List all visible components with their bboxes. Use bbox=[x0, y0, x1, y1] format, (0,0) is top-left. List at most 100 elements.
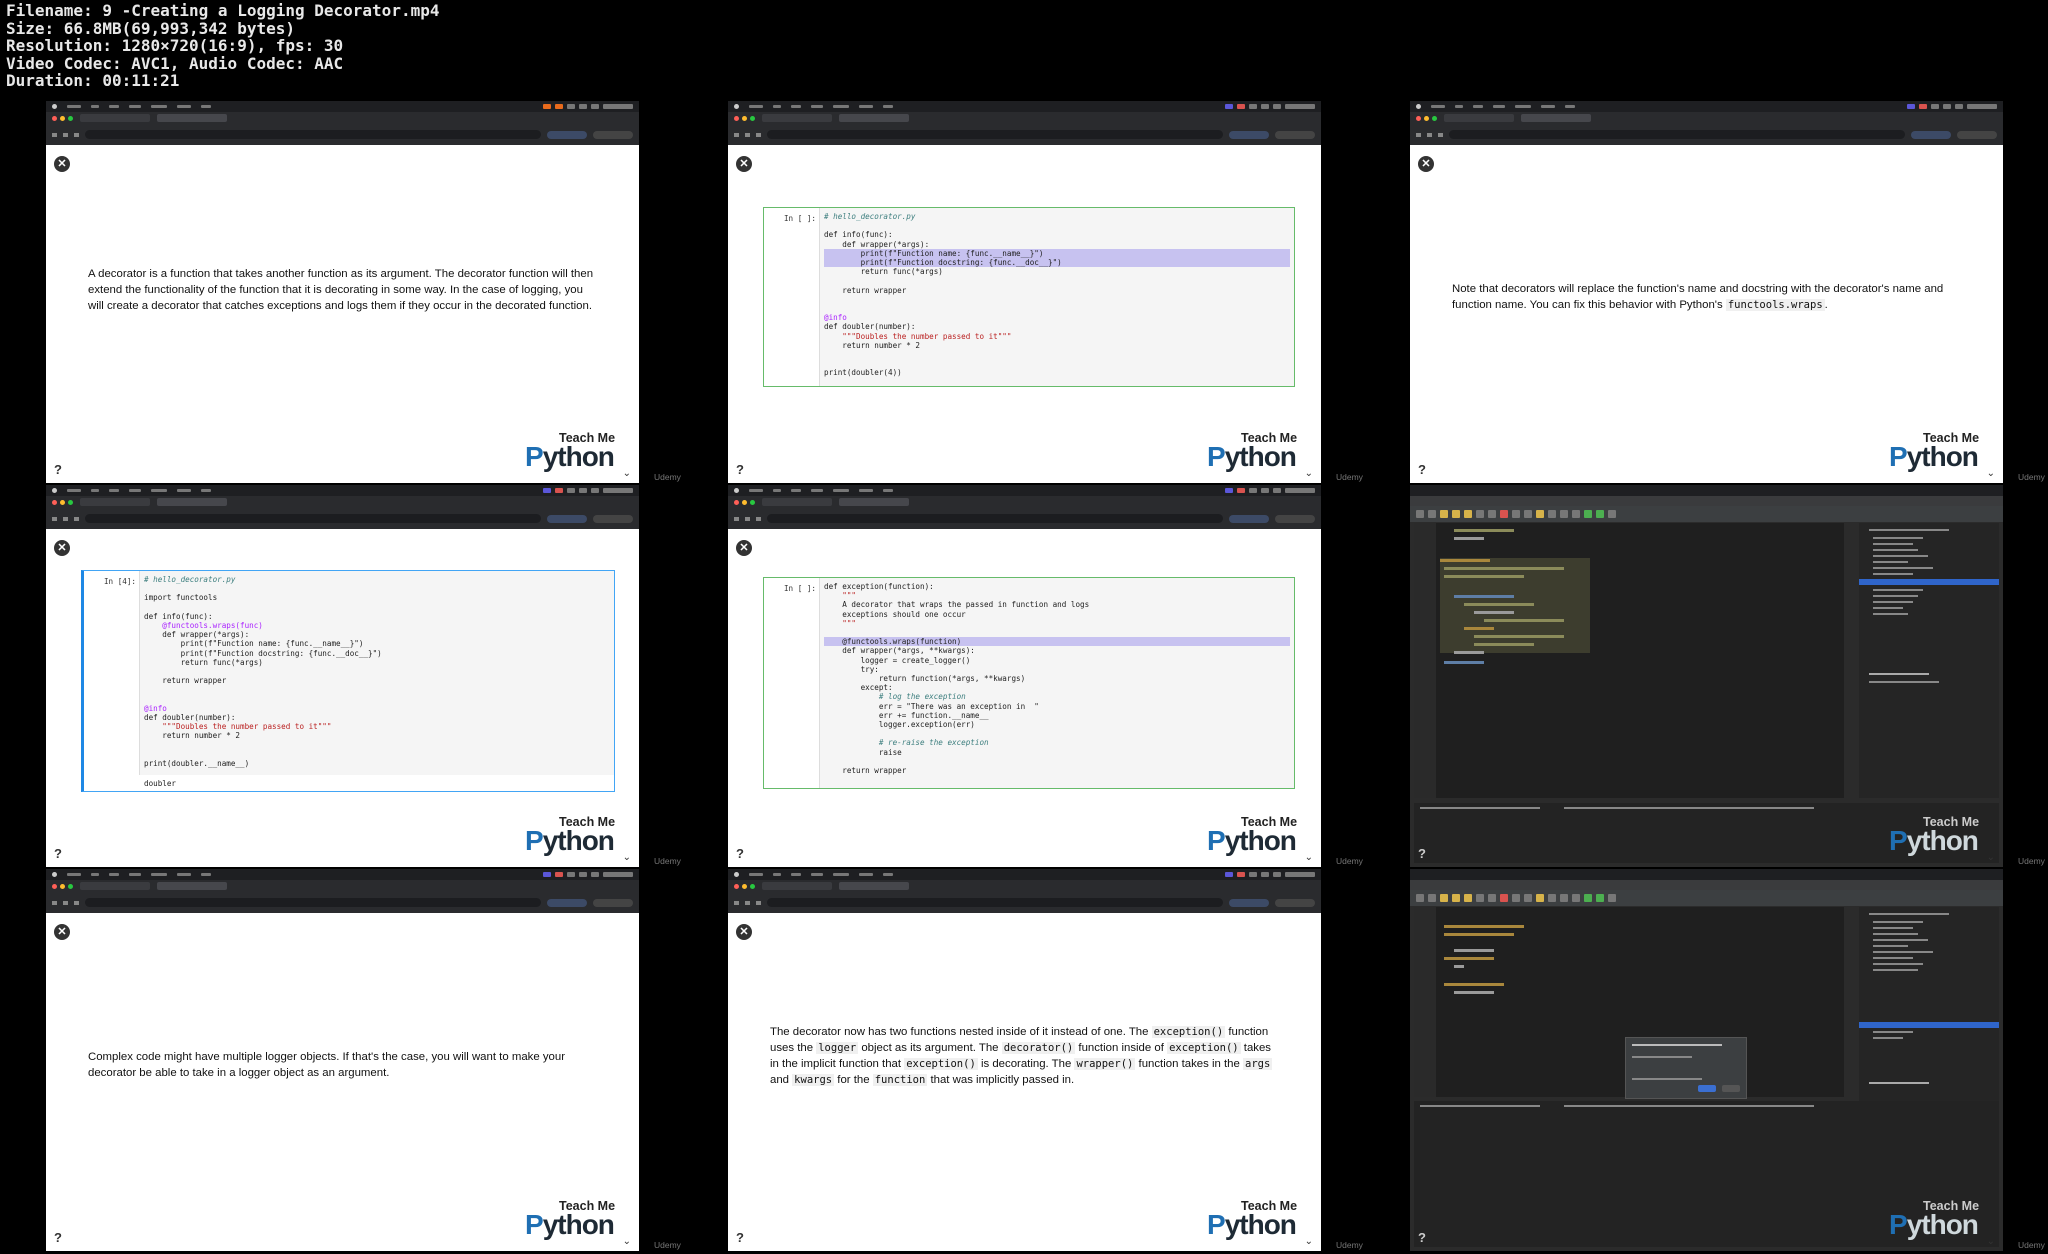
code-line: raise bbox=[824, 747, 902, 757]
code-line: except: bbox=[824, 683, 893, 693]
browser-chrome bbox=[728, 101, 1321, 145]
code-line: def wrapper(*args): bbox=[144, 630, 250, 640]
teach-me-python-logo: Teach Me Python ⌄ bbox=[525, 1199, 631, 1247]
teach-me-python-logo: Teach Me Python ⌄ bbox=[1207, 815, 1313, 863]
udemy-watermark: Udemy bbox=[1336, 1240, 1363, 1250]
duration-text: Duration: 00:11:21 bbox=[6, 71, 180, 91]
cell-prompt: In [ ]: bbox=[783, 584, 816, 593]
close-icon[interactable]: ✕ bbox=[1418, 156, 1434, 172]
code-line: """ bbox=[824, 618, 857, 628]
udemy-watermark: Udemy bbox=[2018, 1240, 2045, 1250]
help-icon[interactable]: ? bbox=[1418, 1230, 1426, 1245]
code-line: def doubler(number): bbox=[144, 713, 236, 723]
code-line: print(f"Function docstring: {func.__doc_… bbox=[824, 258, 1290, 268]
teach-me-python-logo: Teach Me Python ⌄ bbox=[525, 815, 631, 863]
browser-chrome bbox=[728, 485, 1321, 529]
code-line: # hello_decorator.py bbox=[824, 212, 916, 221]
close-icon[interactable]: ✕ bbox=[736, 156, 752, 172]
help-icon[interactable]: ? bbox=[54, 846, 62, 861]
code-line: @info bbox=[144, 703, 167, 713]
code-line: logger.exception(err) bbox=[824, 720, 975, 730]
code-line: @functools.wraps(function) bbox=[824, 637, 1290, 647]
help-icon[interactable]: ? bbox=[54, 462, 62, 477]
code-line: err += function.__name__ bbox=[824, 710, 989, 720]
browser-chrome bbox=[46, 869, 639, 913]
code-line: return func(*args) bbox=[144, 657, 263, 667]
code-area[interactable]: # hello_decorator.py import functools de… bbox=[139, 571, 614, 775]
frame-9-ide: Teach Me Python ⌄ ? bbox=[1410, 869, 2003, 1251]
code-line: def wrapper(*args, **kwargs): bbox=[824, 646, 975, 656]
frame-2: ✕ In [ ]: # hello_decorator.py def info(… bbox=[728, 101, 1321, 483]
help-icon[interactable]: ? bbox=[736, 1230, 744, 1245]
close-icon[interactable]: ✕ bbox=[54, 924, 70, 940]
teach-me-python-logo: Teach Me Python ⌄ bbox=[1207, 431, 1313, 479]
help-icon[interactable]: ? bbox=[736, 462, 744, 477]
udemy-watermark: Udemy bbox=[2018, 472, 2045, 482]
ide-toolbar bbox=[1410, 506, 2003, 522]
udemy-watermark: Udemy bbox=[2018, 856, 2045, 866]
codec-text: Video Codec: AVC1, Audio Codec: AAC bbox=[6, 53, 344, 73]
ide-window bbox=[1410, 485, 2003, 867]
notebook-cell[interactable]: In [ ]: # hello_decorator.py def info(fu… bbox=[763, 207, 1295, 387]
help-icon[interactable]: ? bbox=[1418, 462, 1426, 477]
close-icon[interactable]: ✕ bbox=[54, 540, 70, 556]
help-icon[interactable]: ? bbox=[1418, 846, 1426, 861]
ide-toolbar bbox=[1410, 890, 2003, 906]
code-line: def info(func): bbox=[824, 230, 893, 240]
code-line: return wrapper bbox=[144, 676, 227, 686]
slide-text: Note that decorators will replace the fu… bbox=[1452, 283, 1944, 311]
close-icon[interactable]: ✕ bbox=[736, 540, 752, 556]
cancel-button[interactable] bbox=[1722, 1085, 1740, 1092]
code-line: @info bbox=[824, 313, 847, 323]
code-line: err = "There was an exception in " bbox=[824, 701, 1039, 711]
code-line: # re-raise the exception bbox=[824, 738, 989, 748]
teach-me-python-logo: Teach Me Python ⌄ bbox=[1889, 431, 1995, 479]
code-line: A decorator that wraps the passed in fun… bbox=[824, 600, 1090, 610]
code-line: return wrapper bbox=[824, 766, 907, 776]
code-line: """Doubles the number passed to it""" bbox=[144, 722, 332, 732]
code-editor[interactable] bbox=[1414, 523, 1844, 798]
browser-chrome bbox=[1410, 101, 2003, 145]
ide-window bbox=[1410, 869, 2003, 1251]
frame-7: ✕ Complex code might have multiple logge… bbox=[46, 869, 639, 1251]
ok-button[interactable] bbox=[1698, 1085, 1716, 1092]
code-line: # hello_decorator.py bbox=[144, 575, 236, 584]
code-line: return func(*args) bbox=[824, 267, 943, 277]
code-area[interactable]: # hello_decorator.py def info(func): def… bbox=[819, 208, 1294, 386]
frame-8: ✕ The decorator now has two functions ne… bbox=[728, 869, 1321, 1251]
teach-me-python-logo: Teach Me Python ⌄ bbox=[1207, 1199, 1313, 1247]
slide-text: A decorator is a function that takes ano… bbox=[88, 268, 594, 312]
notebook-cell[interactable]: In [4]: # hello_decorator.py import func… bbox=[81, 570, 615, 792]
debug-environment-dialog[interactable] bbox=[1625, 1037, 1747, 1099]
frame-3: ✕ Note that decorators will replace the … bbox=[1410, 101, 2003, 483]
udemy-watermark: Udemy bbox=[654, 1240, 681, 1250]
code-line: logger = create_logger() bbox=[824, 655, 971, 665]
browser-chrome bbox=[728, 869, 1321, 913]
filename-text: Filename: 9 -Creating a Logging Decorato… bbox=[6, 1, 440, 20]
teach-me-python-logo: Teach Me Python ⌄ bbox=[1889, 815, 1995, 863]
help-icon[interactable]: ? bbox=[54, 1230, 62, 1245]
udemy-watermark: Udemy bbox=[654, 472, 681, 482]
code-line: def info(func): bbox=[144, 611, 213, 621]
code-line: print(doubler.__name__) bbox=[144, 759, 250, 769]
file-info: Filename: 9 -Creating a Logging Decorato… bbox=[6, 2, 439, 90]
code-area[interactable]: def exception(function): """ A decorator… bbox=[819, 578, 1294, 788]
slide-text: The decorator now has two functions nest… bbox=[770, 1026, 1273, 1086]
code-line: try: bbox=[824, 664, 879, 674]
code-line: return number * 2 bbox=[824, 340, 921, 350]
browser-chrome bbox=[46, 485, 639, 529]
code-line: print(f"Function name: {func.__name__}") bbox=[824, 248, 1290, 259]
code-line: """Doubles the number passed to it""" bbox=[824, 331, 1012, 341]
close-icon[interactable]: ✕ bbox=[54, 156, 70, 172]
notebook-cell[interactable]: In [ ]: def exception(function): """ A d… bbox=[763, 577, 1295, 789]
size-text: Size: 66.8MB(69,993,342 bytes) bbox=[6, 18, 295, 38]
code-line: return function(*args, **kwargs) bbox=[824, 674, 1026, 684]
code-line: # log the exception bbox=[824, 692, 966, 702]
close-icon[interactable]: ✕ bbox=[736, 924, 752, 940]
project-tree[interactable] bbox=[1859, 523, 1999, 798]
cell-prompt: In [4]: bbox=[103, 577, 136, 586]
cell-output: doubler bbox=[144, 779, 177, 788]
code-line: return wrapper bbox=[824, 285, 907, 295]
code-line: def wrapper(*args): bbox=[824, 239, 930, 249]
help-icon[interactable]: ? bbox=[736, 846, 744, 861]
